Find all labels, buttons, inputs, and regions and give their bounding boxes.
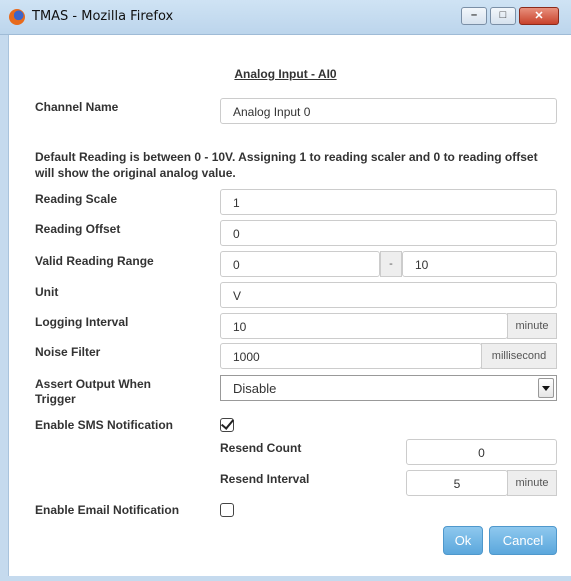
resend-interval-input[interactable]: 5 (406, 470, 508, 496)
info-text: Default Reading is between 0 - 10V. Assi… (35, 150, 538, 180)
chevron-down-icon[interactable] (538, 378, 554, 398)
reading-scale-input[interactable]: 1 (220, 189, 557, 215)
range-max-input[interactable]: 10 (402, 251, 557, 277)
email-notification-checkbox[interactable] (220, 503, 234, 517)
channel-name-label: Channel Name (35, 100, 119, 114)
reading-offset-label: Reading Offset (35, 222, 121, 236)
assert-output-value: Disable (233, 381, 277, 396)
ok-button[interactable]: Ok (443, 526, 483, 555)
window-frame-left (0, 35, 9, 581)
noise-filter-unit: millisecond (481, 343, 557, 369)
range-min-input[interactable]: 0 (220, 251, 380, 277)
resend-count-input[interactable]: 0 (406, 439, 557, 465)
unit-input[interactable]: V (220, 282, 557, 308)
cancel-button[interactable]: Cancel (489, 526, 557, 555)
logging-interval-unit: minute (507, 313, 557, 339)
assert-output-label: Assert Output When Trigger (35, 377, 151, 406)
assert-output-select[interactable]: Disable (220, 375, 557, 401)
maximize-icon: □ (499, 9, 507, 21)
channel-name-input[interactable]: Analog Input 0 (220, 98, 557, 124)
noise-filter-input[interactable]: 1000 (220, 343, 482, 369)
window-title: TMAS - Mozilla Firefox (32, 9, 174, 24)
reading-scale-label: Reading Scale (35, 192, 118, 206)
valid-reading-range-label: Valid Reading Range (35, 254, 154, 268)
noise-filter-label: Noise Filter (35, 345, 101, 359)
window-titlebar: TMAS - Mozilla Firefox – □ ✕ (0, 0, 571, 35)
maximize-button[interactable]: □ (490, 7, 516, 25)
window-frame-bottom (0, 576, 571, 581)
sms-notification-label: Enable SMS Notification (35, 418, 174, 432)
logging-interval-label: Logging Interval (35, 315, 129, 329)
close-icon: ✕ (534, 10, 544, 22)
firefox-icon (9, 9, 25, 25)
logging-interval-input[interactable]: 10 (220, 313, 508, 339)
window-controls: – □ ✕ (461, 7, 559, 25)
minimize-icon: – (470, 9, 478, 21)
unit-label: Unit (35, 285, 59, 299)
resend-interval-unit: minute (507, 470, 557, 496)
dialog-heading: Analog Input - AI0 (234, 67, 337, 81)
sms-notification-checkbox[interactable] (220, 418, 234, 432)
resend-interval-label: Resend Interval (220, 472, 310, 486)
reading-offset-input[interactable]: 0 (220, 220, 557, 246)
resend-count-label: Resend Count (220, 441, 302, 455)
email-notification-label: Enable Email Notification (35, 503, 180, 517)
range-separator: - (380, 251, 402, 277)
minimize-button[interactable]: – (461, 7, 487, 25)
close-button[interactable]: ✕ (519, 7, 559, 25)
